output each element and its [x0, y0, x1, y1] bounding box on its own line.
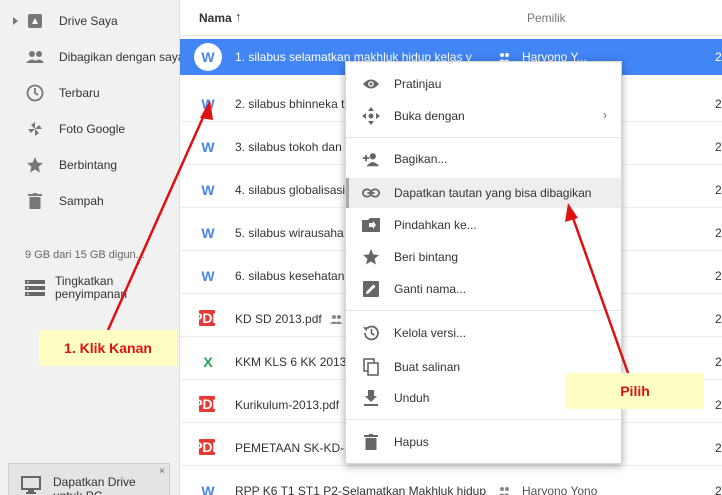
drive-icon [25, 11, 45, 31]
drive-for-pc-promo[interactable]: Dapatkan Drive untuk PC × [8, 463, 170, 495]
file-date: 2 [715, 441, 722, 455]
pdf-icon: PDF [193, 439, 221, 455]
shared-icon [330, 313, 342, 324]
trash-icon [362, 433, 380, 451]
sidebar-item-label: Foto Google [59, 122, 126, 136]
file-name: RPP K6 T1 ST1 P2-Selamatkan Makhluk hidu… [235, 484, 487, 495]
sidebar-item-google-photos[interactable]: Foto Google [0, 111, 180, 147]
menu-divider [346, 310, 621, 311]
storage-icon [25, 280, 45, 299]
sidebar-item-drive-saya[interactable]: Drive Saya [0, 3, 180, 39]
word-doc-icon: W [201, 182, 215, 198]
file-date: 2 [715, 312, 722, 326]
menu-item-label: Buka dengan [394, 109, 465, 123]
sidebar: Drive Saya Dibagikan dengan saya Terbaru… [0, 0, 180, 495]
pdf-icon: PDF [193, 396, 221, 412]
menu-item-open-with[interactable]: Buka dengan › [346, 101, 621, 131]
pencil-icon [362, 280, 380, 298]
menu-item-label: Ganti nama... [394, 282, 467, 296]
clock-icon [25, 83, 45, 103]
menu-item-rename[interactable]: Ganti nama... [346, 274, 621, 304]
menu-item-label: Buat salinan [394, 360, 461, 374]
star-icon [362, 248, 380, 266]
word-doc-icon: W [201, 268, 215, 284]
star-icon [25, 155, 45, 175]
people-icon [25, 47, 45, 67]
menu-item-label: Hapus [394, 435, 429, 449]
menu-item-label: Dapatkan tautan yang bisa dibagikan [394, 186, 592, 200]
list-header: Nama ↑ Pemilik [180, 0, 722, 36]
word-doc-icon: W [201, 483, 215, 495]
menu-item-preview[interactable]: Pratinjau [346, 69, 621, 99]
file-date: 2 [715, 269, 722, 283]
close-icon[interactable]: × [159, 466, 165, 477]
menu-item-delete[interactable]: Hapus [346, 427, 621, 457]
expand-arrow-icon[interactable] [13, 17, 18, 25]
menu-item-manage-versions[interactable]: Kelola versi... [346, 318, 621, 348]
pinwheel-icon [25, 119, 45, 139]
word-doc-icon: W [201, 139, 215, 155]
file-date: 2 [715, 484, 722, 495]
menu-item-label: Bagikan... [394, 152, 448, 166]
menu-item-star[interactable]: Beri bintang [346, 242, 621, 272]
table-row[interactable]: W RPP K6 T1 ST1 P2-Selamatkan Makhluk hi… [180, 473, 722, 495]
sort-arrow-icon[interactable]: ↑ [235, 9, 242, 24]
file-owner: Haryono Yono [522, 484, 598, 495]
sidebar-item-starred[interactable]: Berbintang [0, 147, 180, 183]
sidebar-item-trash[interactable]: Sampah [0, 183, 180, 219]
move-icon [362, 107, 380, 125]
annotation-right-click: 1. Klik Kanan [39, 330, 177, 366]
menu-item-share[interactable]: Bagikan... [346, 144, 621, 174]
upgrade-storage-link[interactable]: Tingkatkan penyimpanan [25, 275, 175, 305]
folder-move-icon [362, 216, 380, 234]
sidebar-item-label: Drive Saya [59, 14, 118, 28]
file-date: 2 [715, 226, 722, 240]
promo-label: Dapatkan Drive untuk PC [53, 475, 136, 495]
shared-icon [498, 51, 510, 62]
annotation-choose: Pilih [566, 373, 704, 409]
copy-icon [362, 358, 380, 376]
shared-icon [498, 485, 510, 495]
chevron-right-icon: › [603, 108, 607, 122]
sidebar-item-label: Berbintang [59, 158, 118, 172]
menu-divider [346, 137, 621, 138]
menu-item-move[interactable]: Pindahkan ke... [346, 210, 621, 240]
monitor-icon [21, 476, 41, 495]
menu-item-label: Kelola versi... [394, 326, 467, 340]
file-date: 2 [715, 183, 722, 197]
menu-item-label: Pindahkan ke... [394, 218, 477, 232]
menu-item-label: Unduh [394, 391, 430, 405]
sidebar-item-label: Sampah [59, 194, 104, 208]
download-icon [362, 389, 380, 407]
word-doc-icon: W [201, 96, 215, 112]
sidebar-item-label: Dibagikan dengan saya [59, 50, 180, 64]
menu-item-get-link[interactable]: Dapatkan tautan yang bisa dibagikan [346, 178, 621, 208]
highlight-bar [346, 178, 349, 208]
history-icon [362, 324, 380, 342]
file-date: 2 [715, 140, 722, 154]
file-date: 2 [715, 97, 722, 111]
file-date: 2 [715, 50, 722, 64]
pdf-icon: PDF [193, 310, 221, 326]
sidebar-item-recent[interactable]: Terbaru [0, 75, 180, 111]
excel-icon: X [203, 354, 213, 370]
eye-icon [362, 75, 380, 93]
menu-divider [346, 419, 621, 420]
upgrade-label: Tingkatkan penyimpanan [55, 274, 128, 301]
person-add-icon [362, 150, 380, 168]
trash-icon [25, 191, 45, 211]
link-icon [362, 184, 380, 202]
sidebar-item-label: Terbaru [59, 86, 100, 100]
word-doc-icon: W [194, 43, 222, 71]
column-owner[interactable]: Pemilik [527, 11, 566, 25]
file-date: 2 [715, 398, 722, 412]
menu-item-label: Pratinjau [394, 77, 442, 91]
word-doc-icon: W [201, 225, 215, 241]
storage-usage: 9 GB dari 15 GB digun... [25, 249, 145, 261]
sort-by-name[interactable]: Nama [199, 11, 232, 25]
sidebar-item-shared[interactable]: Dibagikan dengan saya [0, 39, 180, 75]
file-date: 2 [715, 355, 722, 369]
menu-item-label: Beri bintang [394, 250, 459, 264]
